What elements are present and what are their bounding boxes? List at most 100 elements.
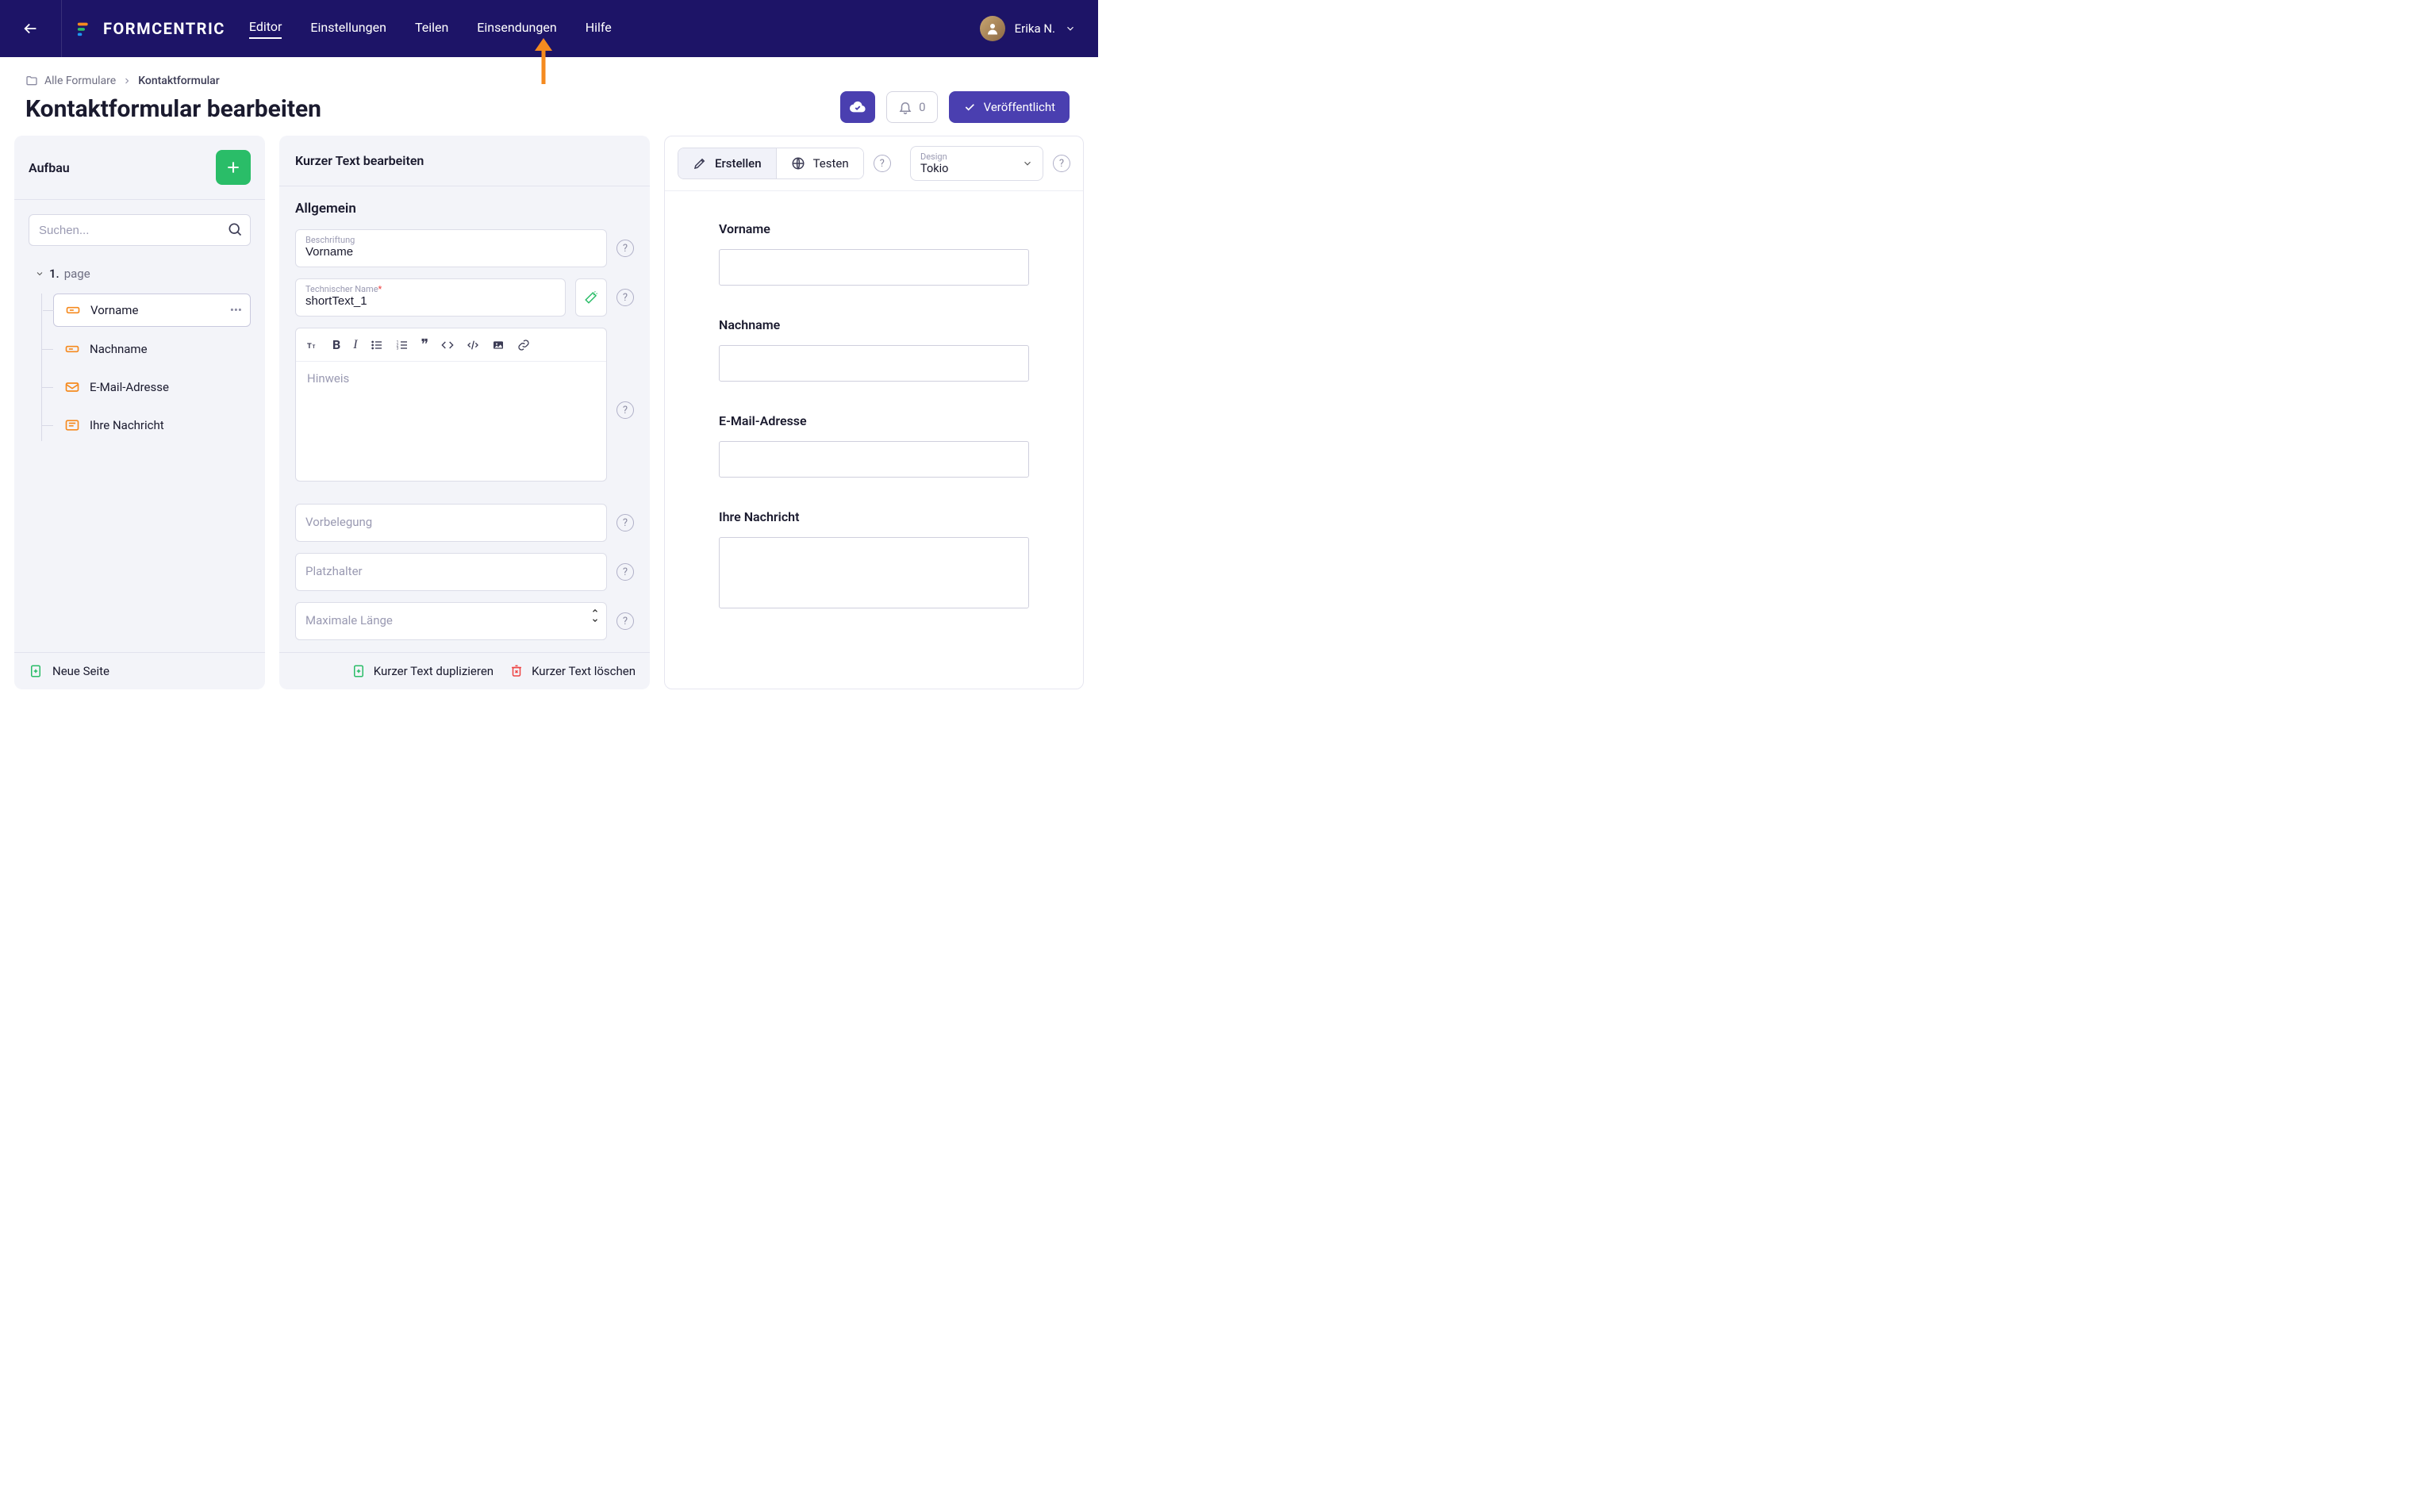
textarea-field-icon <box>64 417 80 433</box>
text-field-icon <box>64 341 80 357</box>
properties-panel: Kurzer Text bearbeiten Allgemein Beschri… <box>279 136 650 689</box>
rte-bold-icon[interactable]: B <box>332 337 340 352</box>
section-general: Allgemein <box>295 201 634 217</box>
preview-field-vorname: Vorname <box>719 221 1029 286</box>
user-name: Erika N. <box>1015 21 1055 36</box>
structure-title: Aufbau <box>29 160 70 175</box>
help-icon[interactable]: ? <box>616 289 634 306</box>
rte-image-icon[interactable] <box>492 339 505 351</box>
nav-settings[interactable]: Einstellungen <box>310 20 386 38</box>
spinner-down[interactable] <box>590 616 600 625</box>
magic-wand-button[interactable] <box>575 278 607 317</box>
spinner-up[interactable] <box>590 606 600 616</box>
logo-icon <box>76 20 94 37</box>
rte-ul-icon[interactable] <box>371 339 383 351</box>
page-number: 1. <box>49 267 60 281</box>
hint-textarea[interactable]: Hinweis <box>296 362 606 481</box>
rte-link-icon[interactable] <box>517 339 530 351</box>
text-field-icon <box>65 302 81 318</box>
preview-field-nachname: Nachname <box>719 317 1029 382</box>
user-menu[interactable]: Erika N. <box>980 16 1076 41</box>
top-bar: FORMCENTRIC Editor Einstellungen Teilen … <box>0 0 1098 57</box>
more-icon[interactable]: ••• <box>230 303 242 317</box>
nav-share[interactable]: Teilen <box>415 20 448 38</box>
help-icon[interactable]: ? <box>616 612 634 630</box>
help-icon[interactable]: ? <box>616 240 634 257</box>
rte-quote-icon[interactable]: ❞ <box>421 336 429 353</box>
preview-textarea-nachricht[interactable] <box>719 537 1029 608</box>
search-input[interactable] <box>29 214 251 246</box>
plus-icon <box>225 159 241 175</box>
svg-text:T: T <box>307 342 312 351</box>
help-icon[interactable]: ? <box>616 514 634 532</box>
rte-code-icon[interactable] <box>441 339 454 351</box>
delete-button[interactable]: Kurzer Text löschen <box>509 664 636 678</box>
tree-item-label: Vorname <box>90 303 138 317</box>
preview-label: E-Mail-Adresse <box>719 413 1029 428</box>
tree-item-nachname[interactable]: Nachname <box>53 333 251 365</box>
maxlength-placeholder: Maximale Länge <box>305 613 597 627</box>
tree-item-email[interactable]: E-Mail-Adresse <box>53 371 251 403</box>
help-icon[interactable]: ? <box>874 155 891 172</box>
label-field[interactable]: Beschriftung <box>295 229 607 267</box>
mode-create-button[interactable]: Erstellen <box>678 148 777 178</box>
rte-italic-icon[interactable]: I <box>353 338 357 352</box>
rte-codeblock-icon[interactable] <box>467 339 479 351</box>
tree-item-nachricht[interactable]: Ihre Nachricht <box>53 409 251 441</box>
placeholder-field[interactable]: Platzhalter <box>295 553 607 591</box>
globe-icon <box>791 156 805 171</box>
back-button[interactable] <box>0 0 62 57</box>
help-icon[interactable]: ? <box>616 563 634 581</box>
help-icon[interactable]: ? <box>1053 155 1070 172</box>
structure-panel: Aufbau 1. page <box>14 136 265 689</box>
arrow-left-icon <box>22 20 40 37</box>
notification-count: 0 <box>919 100 925 114</box>
add-element-button[interactable] <box>216 150 251 185</box>
tree-item-label: E-Mail-Adresse <box>90 380 169 394</box>
placeholder-placeholder: Platzhalter <box>305 564 597 578</box>
publish-label: Veröffentlicht <box>984 100 1055 114</box>
techname-input[interactable] <box>305 294 555 308</box>
nav-submissions[interactable]: Einsendungen <box>477 20 556 38</box>
rte-ol-icon[interactable]: 123 <box>396 339 409 351</box>
brand-logo: FORMCENTRIC <box>76 19 225 38</box>
avatar <box>980 16 1005 41</box>
duplicate-button[interactable]: Kurzer Text duplizieren <box>351 664 494 678</box>
notifications-button[interactable]: 0 <box>886 91 937 123</box>
tree-page-node[interactable]: 1. page <box>29 262 251 286</box>
preview-input-email[interactable] <box>719 441 1029 478</box>
label-field-label: Beschriftung <box>305 235 597 245</box>
prefill-placeholder: Vorbelegung <box>305 515 597 529</box>
rte-textsize-icon[interactable]: TT <box>307 339 320 351</box>
preview-label: Vorname <box>719 221 1029 236</box>
main-layout: Aufbau 1. page <box>0 136 1098 689</box>
tree-item-vorname[interactable]: Vorname ••• <box>53 294 251 327</box>
techname-field[interactable]: Technischer Name* <box>295 278 566 317</box>
design-select[interactable]: Design Tokio <box>910 146 1043 181</box>
new-page-button[interactable]: Neue Seite <box>14 652 265 689</box>
maxlength-field[interactable]: Maximale Länge <box>295 602 607 640</box>
preview-input-nachname[interactable] <box>719 345 1029 382</box>
properties-title: Kurzer Text bearbeiten <box>295 153 634 168</box>
help-icon[interactable]: ? <box>616 401 634 419</box>
svg-text:T: T <box>313 344 316 350</box>
preview-input-vorname[interactable] <box>719 249 1029 286</box>
sub-header: Alle Formulare Kontaktformular Kontaktfo… <box>0 57 1098 136</box>
duplicate-icon <box>351 664 366 678</box>
breadcrumb-root[interactable]: Alle Formulare <box>44 75 116 87</box>
label-field-input[interactable] <box>305 245 597 259</box>
mode-test-button[interactable]: Testen <box>777 148 863 178</box>
page-title: Kontaktformular bearbeiten <box>25 95 321 123</box>
nav-help[interactable]: Hilfe <box>586 20 612 38</box>
breadcrumb: Alle Formulare Kontaktformular <box>25 75 321 87</box>
preview-field-nachricht: Ihre Nachricht <box>719 509 1029 612</box>
folder-icon <box>25 75 38 87</box>
check-icon <box>963 101 976 113</box>
preview-label: Nachname <box>719 317 1029 332</box>
save-cloud-button[interactable] <box>840 91 875 123</box>
nav-editor[interactable]: Editor <box>249 19 282 39</box>
prefill-field[interactable]: Vorbelegung <box>295 504 607 542</box>
bell-icon <box>898 100 912 114</box>
publish-button[interactable]: Veröffentlicht <box>949 91 1070 123</box>
preview-label: Ihre Nachricht <box>719 509 1029 524</box>
